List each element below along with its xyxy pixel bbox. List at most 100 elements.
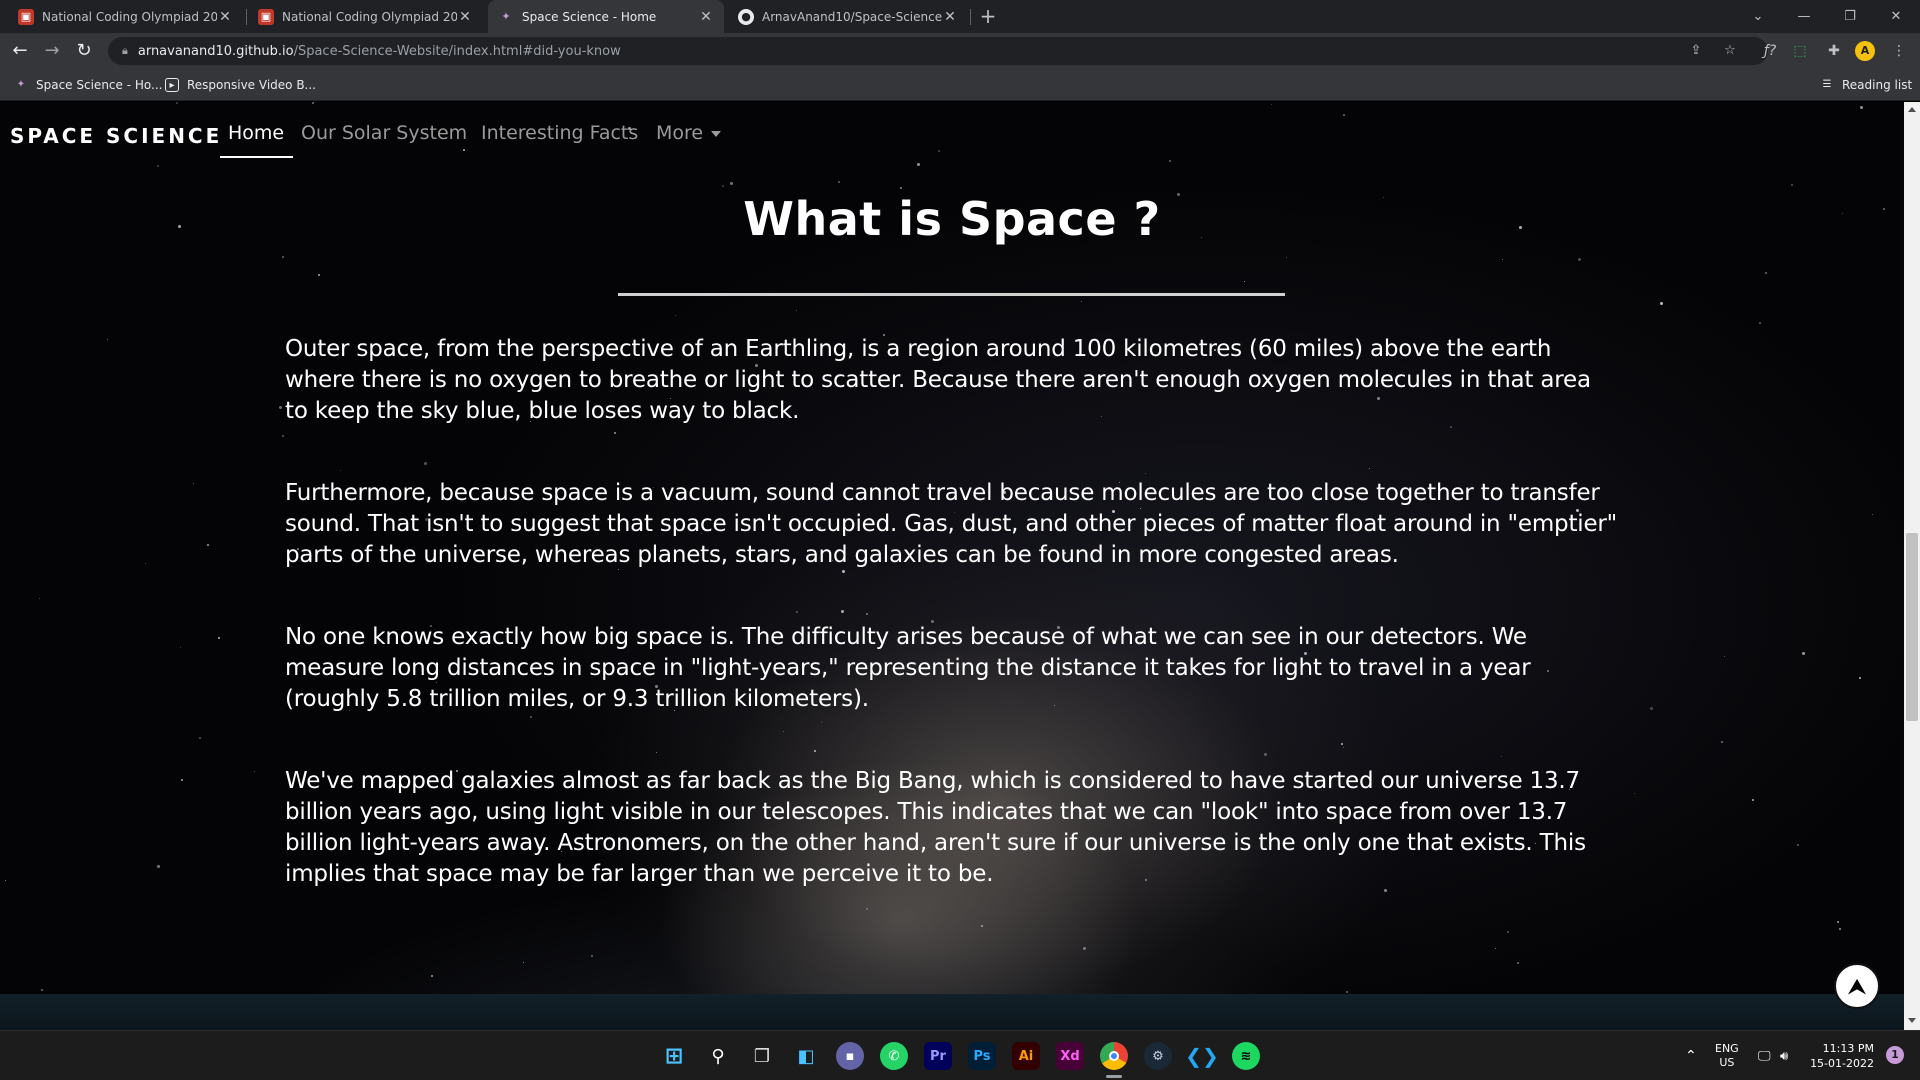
tab-search-icon[interactable]: ⌄ [1735, 0, 1781, 33]
forward-button[interactable]: → [40, 39, 64, 63]
star-dot [157, 165, 159, 167]
close-tab-icon[interactable]: ✕ [457, 9, 473, 25]
nav-interesting-facts[interactable]: Interesting Facts [481, 122, 638, 144]
scroll-to-top-button[interactable]: ⮝ [1834, 963, 1880, 1009]
premiere-pro-icon[interactable]: Pr [924, 1042, 952, 1070]
close-tab-icon[interactable]: ✕ [217, 9, 233, 25]
volume-icon[interactable]: 🔊︎ [1780, 1031, 1788, 1080]
scrollbar-thumb[interactable] [1906, 533, 1918, 721]
section-content: Outer space, from the perspective of an … [285, 334, 1620, 941]
address-bar[interactable]: 🔒︎ arnavanand10.github.io/Space-Science-… [108, 37, 1768, 65]
whatsapp-icon[interactable]: ✆ [880, 1042, 908, 1070]
ncs-logo-icon: ▣ [18, 8, 34, 25]
steam-icon[interactable]: ⚙ [1144, 1042, 1172, 1070]
screenshot-extension-icon[interactable]: ⬚ [1788, 39, 1812, 63]
tab-title: ArnavAnand10/Space-Science-W [762, 9, 942, 24]
bookmark-star-icon[interactable]: ☆ [1720, 41, 1740, 61]
close-tab-icon[interactable]: ✕ [698, 9, 714, 25]
star-dot [107, 339, 108, 340]
network-icon[interactable]: 🖵︎ [1758, 1031, 1771, 1080]
star-dot [1660, 302, 1663, 305]
chevron-up-icon[interactable]: ⌃ [1685, 1031, 1697, 1080]
star-dot [722, 185, 724, 187]
site-navbar: SPACE SCIENCE Home Our Solar System Inte… [0, 102, 1904, 162]
browser-tab[interactable]: ● ArnavAnand10/Space-Science-W ✕ [728, 0, 968, 33]
star-dot [282, 256, 284, 258]
language-indicator[interactable]: ENG US [1715, 1031, 1739, 1080]
scroll-up-arrow-icon[interactable] [1908, 107, 1916, 112]
star-dot [796, 310, 797, 311]
browser-tab[interactable]: ▣ National Coding Olympiad 2021 ✕ [248, 0, 483, 33]
nav-home[interactable]: Home [228, 122, 284, 144]
spotify-icon[interactable]: ≋ [1232, 1042, 1260, 1070]
star-dot [1791, 184, 1793, 186]
tab-strip: ▣ National Coding Olympiad 2021 ✕ ▣ Nati… [0, 0, 1920, 33]
lock-icon[interactable]: 🔒︎ [122, 44, 128, 58]
star-dot [1839, 928, 1841, 930]
paragraph: No one knows exactly how big space is. T… [285, 624, 1531, 712]
search-icon[interactable]: ⚲ [704, 1042, 732, 1070]
close-window-button[interactable]: ✕ [1873, 0, 1919, 33]
reload-button[interactable]: ↻ [72, 39, 96, 63]
star-dot [41, 989, 43, 991]
task-view-icon[interactable]: ❐ [748, 1042, 776, 1070]
browser-tab[interactable]: ▣ National Coding Olympiad 2021 ✕ [8, 0, 243, 33]
reading-list-icon: ☰ [1822, 79, 1832, 90]
reading-list-button[interactable]: ☰ Reading list [1820, 76, 1913, 94]
nav-our-solar-system[interactable]: Our Solar System [301, 122, 467, 144]
adobe-xd-icon[interactable]: Xd [1056, 1042, 1084, 1070]
page-scrollbar[interactable] [1904, 102, 1920, 1030]
teams-chat-icon[interactable]: ▪ [836, 1042, 864, 1070]
video-icon: ▸ [165, 78, 179, 92]
url-path: /Space-Science-Website/index.html#did-yo… [293, 43, 621, 59]
restore-button[interactable]: ❐ [1827, 0, 1873, 33]
notification-badge[interactable]: 1 [1886, 1046, 1904, 1064]
section-heading: What is Space ? [743, 192, 1161, 246]
windows-start-icon[interactable]: ⊞ [660, 1042, 688, 1070]
chrome-icon[interactable] [1100, 1042, 1128, 1070]
star-dot [193, 483, 194, 484]
star-dot [1721, 741, 1723, 743]
star-dot [218, 637, 220, 639]
minimize-button[interactable]: — [1781, 0, 1827, 33]
illustrator-icon[interactable]: Ai [1012, 1042, 1040, 1070]
browser-tab-active[interactable]: ✦ Space Science - Home ✕ [488, 0, 724, 33]
star-dot [523, 962, 524, 963]
star-dot [1495, 948, 1496, 949]
close-tab-icon[interactable]: ✕ [942, 9, 958, 25]
nav-more-dropdown[interactable]: More [656, 122, 722, 144]
star-dot [1244, 281, 1245, 282]
site-brand[interactable]: SPACE SCIENCE [10, 124, 222, 148]
tab-title: National Coding Olympiad 2021 [42, 9, 217, 24]
reading-list-label: Reading list [1842, 78, 1913, 92]
double-chevron-up-icon: ⮝ [1848, 974, 1866, 998]
extensions-puzzle-icon[interactable]: ✚ [1822, 39, 1846, 63]
star-dot [1517, 962, 1519, 964]
chevron-down-icon [711, 130, 722, 137]
clock-date: 15-01-2022 [1810, 1057, 1874, 1070]
photoshop-icon[interactable]: Ps [968, 1042, 996, 1070]
back-button[interactable]: ← [8, 39, 32, 63]
scroll-down-arrow-icon[interactable] [1908, 1018, 1916, 1023]
star-dot [207, 544, 209, 546]
new-tab-button[interactable]: + [976, 4, 1000, 28]
bookmark-item[interactable]: ▸ Responsive Video B... [165, 76, 316, 94]
browser-toolbar: ← → ↻ 🔒︎ arnavanand10.github.io/Space-Sc… [0, 33, 1920, 69]
more-menu-icon[interactable]: ⋮ [1887, 39, 1911, 63]
star-dot [180, 647, 181, 648]
bookmark-item[interactable]: ✦ Space Science - Ho... [14, 76, 163, 94]
star-dot [145, 563, 146, 564]
widgets-icon[interactable]: ◧ [792, 1042, 820, 1070]
formula-extension-icon[interactable]: ƒ? [1758, 39, 1782, 63]
star-dot [1752, 799, 1754, 801]
language-code: ENG [1715, 1042, 1739, 1055]
windows-taskbar: ⊞ ⚲ ❐ ◧ ▪ ✆ Pr Ps Ai Xd ⚙ ❮❯ ≋ ⌃ ENG US … [0, 1030, 1920, 1080]
share-icon[interactable]: ⇪ [1686, 41, 1706, 61]
vscode-icon[interactable]: ❮❯ [1185, 1042, 1219, 1070]
star-dot [1765, 272, 1767, 274]
star-dot [730, 182, 733, 185]
profile-avatar[interactable]: A [1855, 41, 1875, 61]
clock[interactable]: 11:13 PM 15-01-2022 [1808, 1031, 1874, 1080]
star-dot [1759, 322, 1761, 324]
paragraph: Furthermore, because space is a vacuum, … [285, 480, 1618, 568]
